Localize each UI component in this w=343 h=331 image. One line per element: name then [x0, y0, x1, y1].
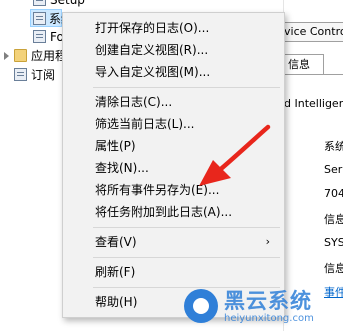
menu-item-properties[interactable]: 属性(P)	[65, 135, 282, 157]
brand-logo-icon	[184, 289, 218, 323]
tree-item-label: 订阅	[31, 68, 56, 82]
menu-item-create-custom-view[interactable]: 创建自定义视图(R)...	[65, 39, 282, 61]
watermark-url: heiyunxitong.com	[224, 313, 314, 324]
log-icon	[33, 0, 46, 6]
detail-value: 704	[324, 187, 343, 200]
details-header: vice Contro	[284, 22, 343, 42]
menu-separator	[93, 257, 280, 258]
folder-icon	[14, 49, 27, 62]
menu-item-view[interactable]: 查看(V) ›	[65, 231, 282, 253]
menu-item-save-all-events-as[interactable]: 将所有事件另存为(E)...	[65, 179, 282, 201]
menu-item-filter-current-log[interactable]: 筛选当前日志(L)...	[65, 113, 282, 135]
detail-value: SYS	[324, 236, 343, 249]
watermark: 黑云系统 heiyunxitong.com	[180, 283, 343, 331]
menu-separator	[93, 227, 280, 228]
subscription-icon	[14, 68, 27, 81]
expand-icon[interactable]	[4, 52, 9, 60]
watermark-title: 黑云系统	[224, 289, 312, 313]
tree-item-system[interactable]: 系统	[30, 9, 73, 27]
detail-value: 系统	[324, 140, 343, 153]
log-icon	[33, 12, 46, 25]
tab-general[interactable]: 信息	[284, 54, 324, 74]
menu-item-label: 查看(V)	[95, 235, 137, 249]
tree-item-setup[interactable]: Setup	[0, 0, 85, 9]
tab-divider	[284, 74, 343, 75]
tree-item-label: Setup	[50, 0, 85, 7]
menu-item-find[interactable]: 查找(N)...	[65, 157, 282, 179]
menu-item-open-saved-log[interactable]: 打开保存的日志(O)...	[65, 17, 282, 39]
context-menu: 打开保存的日志(O)... 创建自定义视图(R)... 导入自定义视图(M)..…	[62, 12, 285, 318]
menu-separator	[93, 87, 280, 88]
detail-value: 信息	[324, 213, 343, 226]
menu-item-attach-task[interactable]: 将任务附加到此日志(A)...	[65, 201, 282, 223]
menu-item-refresh[interactable]: 刷新(F)	[65, 261, 282, 283]
menu-item-import-custom-view[interactable]: 导入自定义视图(M)...	[65, 61, 282, 83]
event-source-title: d Intelligen	[284, 97, 343, 110]
log-icon	[33, 30, 46, 43]
detail-value: Ser	[324, 163, 343, 176]
menu-item-clear-log[interactable]: 清除日志(C)...	[65, 91, 282, 113]
chevron-right-icon: ›	[265, 235, 270, 248]
detail-value: 信息	[324, 262, 343, 275]
details-pane: vice Contro 信息 d Intelligen 系统 Ser 704 信…	[283, 0, 343, 331]
